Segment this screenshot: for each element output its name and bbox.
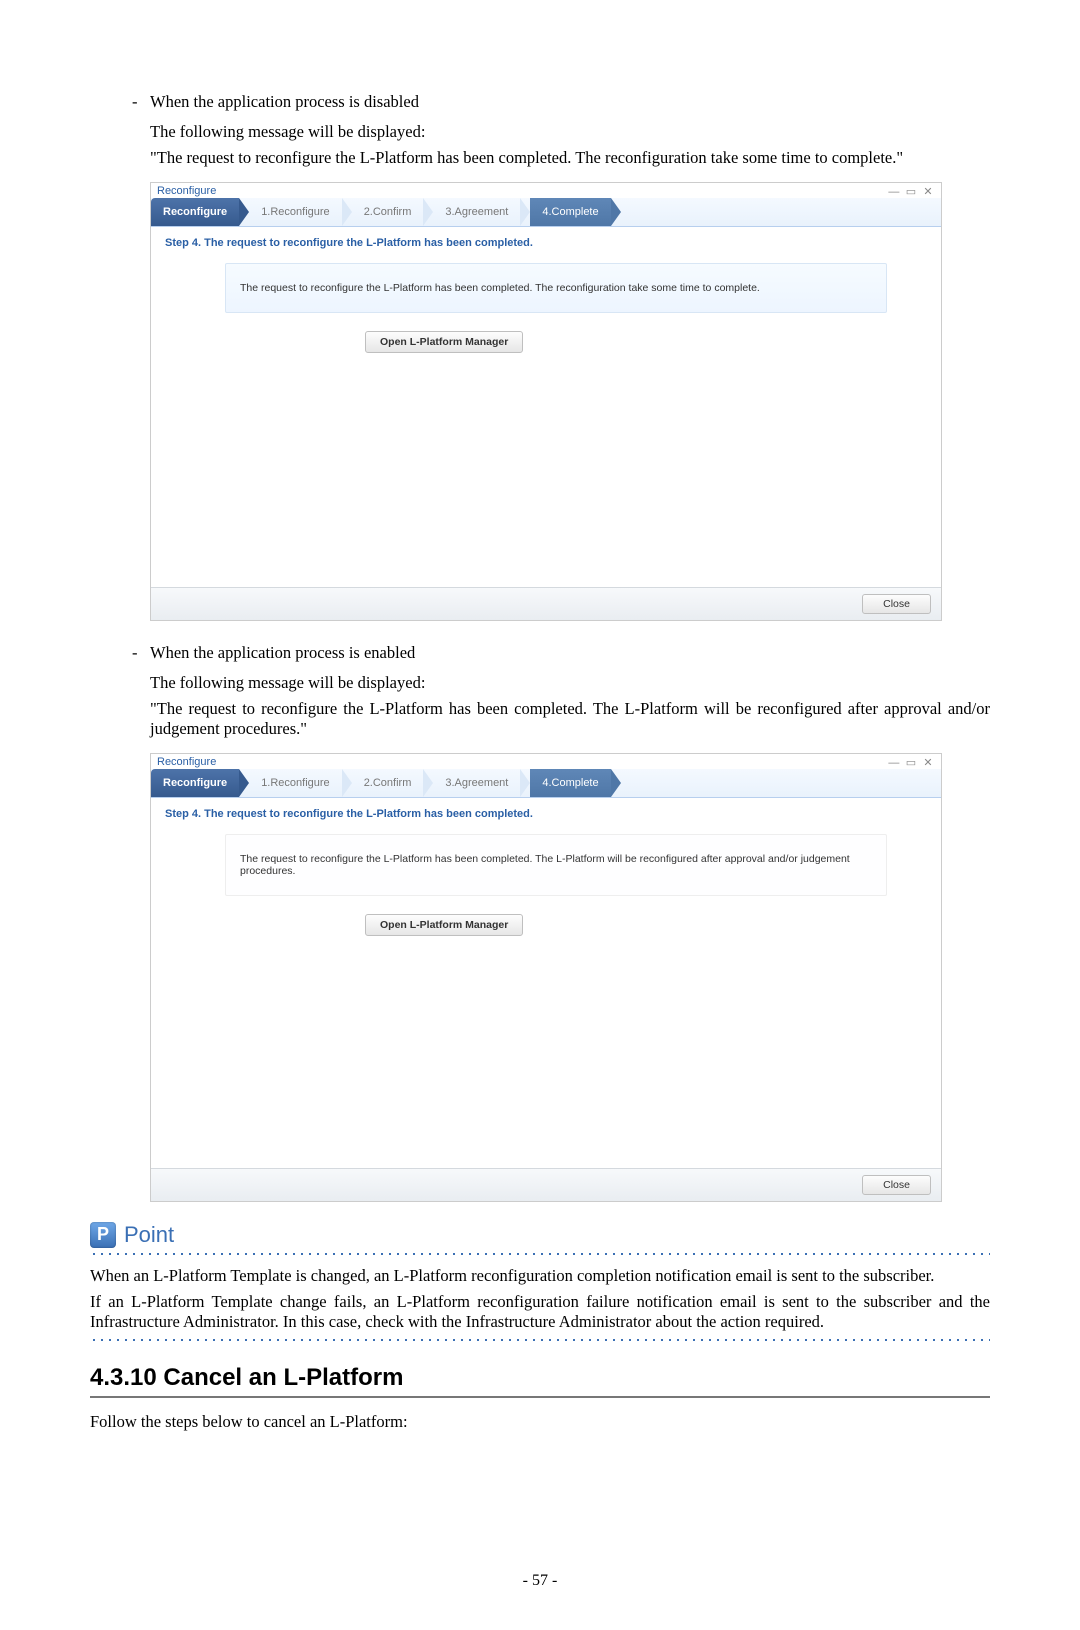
open-lplatform-manager-button-2[interactable]: Open L-Platform Manager bbox=[365, 914, 523, 936]
section-intro: Follow the steps below to cancel an L-Pl… bbox=[90, 1412, 990, 1432]
section-heading: 4.3.10 Cancel an L-Platform bbox=[90, 1364, 990, 1398]
point-p1: When an L-Platform Template is changed, … bbox=[90, 1266, 990, 1286]
screenshot-reconfigure-disabled: Reconfigure — ▭ ✕ Reconfigure 1.Reconfig… bbox=[150, 182, 942, 621]
section-rule bbox=[90, 1396, 990, 1398]
tab-step3[interactable]: 3.Agreement bbox=[433, 198, 520, 226]
window-controls-2: — ▭ ✕ bbox=[887, 756, 935, 769]
tab-step2[interactable]: 2.Confirm bbox=[352, 198, 424, 226]
step-line: Step 4. The request to reconfigure the L… bbox=[165, 237, 927, 249]
close-button[interactable]: Close bbox=[862, 594, 931, 614]
minimize-icon-2[interactable]: — bbox=[887, 757, 901, 769]
minimize-icon[interactable]: — bbox=[887, 186, 901, 198]
tab-step2-2[interactable]: 2.Confirm bbox=[352, 769, 424, 797]
wizard-tabs: Reconfigure 1.Reconfigure 2.Confirm 3.Ag… bbox=[151, 198, 941, 227]
maximize-icon-2[interactable]: ▭ bbox=[904, 756, 918, 769]
tab-reconfigure-active-2[interactable]: Reconfigure bbox=[151, 769, 239, 797]
bullet-disabled-text: When the application process is disabled bbox=[150, 92, 419, 111]
tab-step3-2[interactable]: 3.Agreement bbox=[433, 769, 520, 797]
point-p2: If an L-Platform Template change fails, … bbox=[90, 1292, 990, 1332]
point-icon: P bbox=[90, 1222, 116, 1248]
bullet-enabled-text: When the application process is enabled bbox=[150, 643, 415, 662]
window-title: Reconfigure bbox=[157, 185, 216, 197]
close-icon[interactable]: ✕ bbox=[921, 185, 935, 198]
point-label: Point bbox=[124, 1222, 174, 1248]
point-divider-top bbox=[90, 1252, 990, 1256]
section-title: 4.3.10 Cancel an L-Platform bbox=[90, 1364, 990, 1392]
window-title-2: Reconfigure bbox=[157, 756, 216, 768]
followup-1: The following message will be displayed: bbox=[90, 122, 990, 142]
close-button-2[interactable]: Close bbox=[862, 1175, 931, 1195]
step-line-2: Step 4. The request to reconfigure the L… bbox=[165, 808, 927, 820]
bullet-disabled: When the application process is disabled bbox=[150, 90, 990, 114]
open-lplatform-manager-button[interactable]: Open L-Platform Manager bbox=[365, 331, 523, 353]
window-controls: — ▭ ✕ bbox=[887, 185, 935, 198]
tab-step1-2[interactable]: 1.Reconfigure bbox=[249, 769, 342, 797]
completion-message-enabled: The request to reconfigure the L-Platfor… bbox=[225, 834, 887, 896]
point-body: When an L-Platform Template is changed, … bbox=[90, 1266, 990, 1332]
wizard-tabs-2: Reconfigure 1.Reconfigure 2.Confirm 3.Ag… bbox=[151, 769, 941, 798]
maximize-icon[interactable]: ▭ bbox=[904, 185, 918, 198]
tab-step4-2[interactable]: 4.Complete bbox=[530, 769, 610, 797]
close-icon-2[interactable]: ✕ bbox=[921, 756, 935, 769]
quote-enabled: "The request to reconfigure the L-Platfo… bbox=[90, 699, 990, 739]
point-divider-bottom bbox=[90, 1338, 990, 1342]
bullet-enabled: When the application process is enabled bbox=[150, 641, 990, 665]
followup-2: The following message will be displayed: bbox=[90, 673, 990, 693]
screenshot-reconfigure-enabled: Reconfigure — ▭ ✕ Reconfigure 1.Reconfig… bbox=[150, 753, 942, 1202]
point-heading: P Point bbox=[90, 1222, 990, 1248]
tab-step4[interactable]: 4.Complete bbox=[530, 198, 610, 226]
page-number: - 57 - bbox=[90, 1572, 990, 1590]
quote-disabled: "The request to reconfigure the L-Platfo… bbox=[90, 148, 990, 168]
tab-reconfigure-active[interactable]: Reconfigure bbox=[151, 198, 239, 226]
completion-message: The request to reconfigure the L-Platfor… bbox=[225, 263, 887, 313]
tab-step1[interactable]: 1.Reconfigure bbox=[249, 198, 342, 226]
